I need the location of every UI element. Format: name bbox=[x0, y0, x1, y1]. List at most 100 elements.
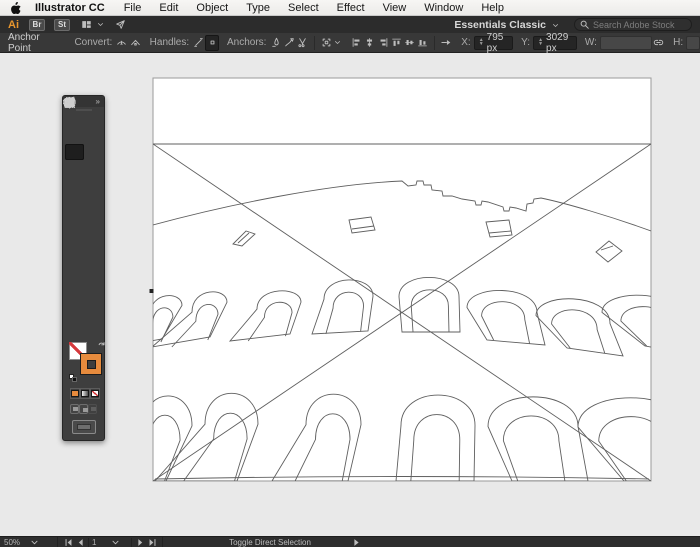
stepper-icon[interactable]: ▲ ▼ bbox=[538, 38, 543, 47]
x-field[interactable]: ▲ ▼ 795 px bbox=[473, 32, 514, 54]
search-icon bbox=[579, 19, 590, 30]
tool-rectangle[interactable] bbox=[64, 98, 84, 192]
zoom-level-select[interactable]: 50% bbox=[0, 536, 58, 547]
tool-symbol-sprayer[interactable] bbox=[65, 97, 84, 304]
cut-path-icon[interactable] bbox=[296, 35, 309, 51]
last-artboard-icon[interactable] bbox=[146, 537, 158, 547]
stock-search[interactable] bbox=[574, 18, 692, 31]
align-top-icon[interactable] bbox=[390, 35, 403, 51]
tool-selection[interactable] bbox=[66, 97, 103, 128]
show-handles-icon[interactable] bbox=[192, 35, 205, 51]
previous-artboard-icon[interactable] bbox=[74, 537, 86, 547]
tool-eyedropper[interactable] bbox=[64, 97, 84, 288]
chevron-down-icon[interactable] bbox=[96, 20, 105, 29]
menu-item-window[interactable]: Window bbox=[415, 2, 472, 14]
draw-behind-button[interactable] bbox=[79, 404, 88, 414]
tool-magic-wand[interactable] bbox=[64, 97, 84, 144]
tool-rotate[interactable] bbox=[64, 96, 84, 224]
tool-lasso[interactable] bbox=[64, 97, 103, 144]
bridge-button[interactable]: Br bbox=[29, 18, 45, 31]
search-input[interactable] bbox=[590, 19, 687, 30]
h-field[interactable] bbox=[686, 35, 700, 50]
screen-mode-button[interactable] bbox=[71, 420, 96, 434]
menu-app-name[interactable]: Illustrator CC bbox=[35, 2, 105, 14]
x-label: X: bbox=[461, 37, 471, 48]
menu-item-view[interactable]: View bbox=[374, 2, 416, 14]
draw-inside-button bbox=[88, 404, 97, 414]
align-vcenter-icon[interactable] bbox=[403, 35, 416, 51]
share-icon[interactable] bbox=[113, 18, 128, 31]
link-icon[interactable] bbox=[652, 35, 665, 51]
tool-free-transform[interactable] bbox=[64, 97, 103, 240]
status-menu-icon[interactable] bbox=[351, 537, 362, 547]
menu-bar: Illustrator CC File Edit Object Type Sel… bbox=[0, 0, 700, 16]
stock-button[interactable]: St bbox=[54, 18, 70, 31]
tool-hand[interactable] bbox=[64, 97, 84, 336]
convert-corner-icon[interactable] bbox=[128, 35, 141, 51]
tool-shape-builder[interactable] bbox=[63, 98, 84, 256]
illustrator-logo: Ai bbox=[8, 18, 19, 31]
menu-item-select[interactable]: Select bbox=[279, 2, 328, 14]
isolate-icon[interactable] bbox=[320, 35, 333, 51]
chevron-down-icon bbox=[110, 537, 128, 547]
menu-item-help[interactable]: Help bbox=[472, 2, 513, 14]
canvas[interactable]: ✕ » T bbox=[0, 53, 700, 536]
stepper-icon[interactable]: ▲ ▼ bbox=[479, 38, 484, 47]
none-button[interactable] bbox=[90, 388, 100, 399]
align-bottom-icon[interactable] bbox=[416, 35, 429, 51]
y-field[interactable]: ▲ ▼ 3029 px bbox=[533, 32, 577, 54]
default-fill-stroke-icon[interactable] bbox=[69, 374, 78, 383]
tool-perspective-grid[interactable] bbox=[64, 97, 103, 256]
tool-width[interactable] bbox=[64, 97, 84, 240]
draw-mode-buttons bbox=[70, 404, 97, 414]
w-field[interactable] bbox=[599, 35, 652, 50]
color-button[interactable] bbox=[70, 388, 80, 399]
menu-item-effect[interactable]: Effect bbox=[328, 2, 374, 14]
tool-gradient[interactable] bbox=[64, 98, 103, 272]
workspace-switcher[interactable]: Essentials Classic bbox=[454, 19, 560, 31]
gradient-button[interactable] bbox=[80, 388, 90, 399]
connect-path-icon[interactable] bbox=[283, 35, 296, 51]
tool-artboard[interactable] bbox=[63, 96, 84, 320]
hide-handles-icon[interactable] bbox=[205, 34, 219, 51]
tool-eraser[interactable] bbox=[64, 98, 103, 208]
tool-type[interactable]: T bbox=[65, 98, 84, 176]
tool-mesh[interactable] bbox=[64, 97, 84, 272]
fill-stroke-control bbox=[69, 340, 105, 384]
remove-anchor-icon[interactable] bbox=[269, 35, 282, 51]
menu-item-type[interactable]: Type bbox=[237, 2, 279, 14]
tool-pen[interactable] bbox=[65, 96, 84, 160]
artboard-navigation: 1 bbox=[58, 536, 163, 547]
apple-icon[interactable] bbox=[10, 1, 21, 14]
tool-pencil[interactable] bbox=[64, 97, 84, 208]
stroke-swatch[interactable] bbox=[80, 353, 102, 375]
tool-slice[interactable] bbox=[64, 98, 103, 320]
next-artboard-icon[interactable] bbox=[134, 537, 146, 547]
expand-panel-icon[interactable]: » bbox=[96, 97, 100, 106]
chevron-down-icon[interactable] bbox=[333, 38, 342, 47]
draw-normal-button[interactable] bbox=[70, 404, 79, 414]
y-label: Y: bbox=[521, 37, 531, 48]
arrange-documents-icon[interactable] bbox=[79, 18, 94, 31]
tool-curvature[interactable] bbox=[64, 97, 103, 160]
tool-paintbrush[interactable] bbox=[65, 97, 103, 192]
tool-direct-selection[interactable] bbox=[65, 97, 84, 128]
tool-line-segment[interactable] bbox=[64, 97, 103, 176]
tool-scale[interactable] bbox=[64, 97, 103, 224]
convert-smooth-icon[interactable] bbox=[115, 35, 128, 51]
artboard-number-field[interactable]: 1 bbox=[88, 537, 132, 547]
menu-item-edit[interactable]: Edit bbox=[150, 2, 187, 14]
align-left-icon[interactable] bbox=[350, 35, 363, 51]
tool-column-graph[interactable] bbox=[65, 98, 103, 304]
align-right-icon[interactable] bbox=[376, 35, 389, 51]
context-label: Anchor Point bbox=[8, 31, 40, 54]
convert-label: Convert: bbox=[74, 37, 113, 48]
panel-grip[interactable] bbox=[75, 109, 92, 111]
separator bbox=[314, 35, 315, 50]
menu-item-object[interactable]: Object bbox=[187, 2, 237, 14]
first-artboard-icon[interactable] bbox=[62, 537, 74, 547]
tool-blend[interactable] bbox=[64, 98, 103, 288]
align-hcenter-icon[interactable] bbox=[363, 35, 376, 51]
menu-item-file[interactable]: File bbox=[115, 2, 151, 14]
tool-zoom[interactable] bbox=[64, 97, 103, 336]
